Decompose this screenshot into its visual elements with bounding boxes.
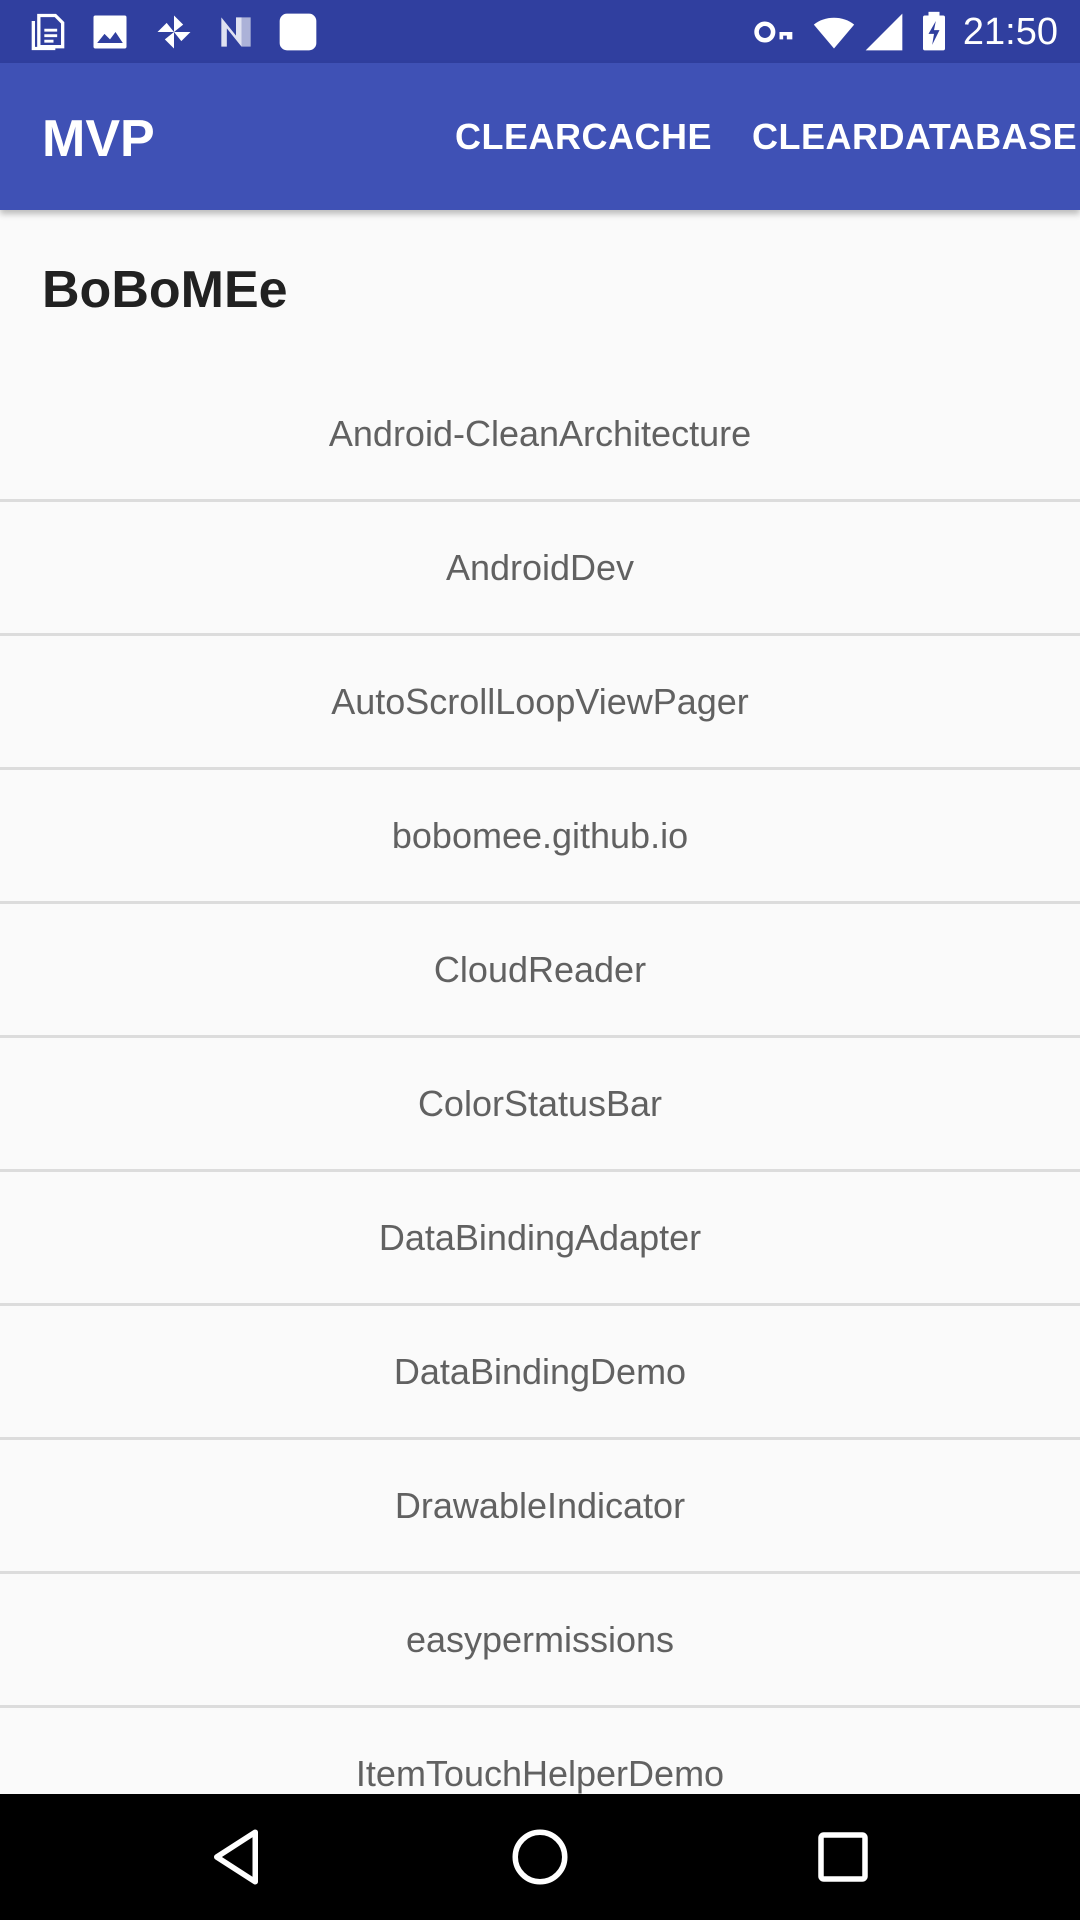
list-item[interactable]: ItemTouchHelperDemo (0, 1708, 1080, 1794)
app-toolbar: MVP CLEARCACHE CLEARDATABASE (0, 63, 1080, 210)
repo-name: DataBindingAdapter (378, 1216, 702, 1258)
recents-icon[interactable] (810, 1824, 876, 1890)
repo-list: Android-CleanArchitecture AndroidDev Aut… (0, 368, 1080, 1794)
repo-name: easypermissions (405, 1618, 675, 1660)
navigation-bar (0, 1794, 1080, 1920)
vpn-key-icon (754, 21, 793, 43)
list-item[interactable]: DrawableIndicator (0, 1440, 1080, 1574)
toolbar-title: MVP (42, 110, 155, 168)
list-item[interactable]: CloudReader (0, 904, 1080, 1038)
list-item[interactable]: bobomee.github.io (0, 770, 1080, 904)
repo-name: DrawableIndicator (394, 1484, 686, 1526)
list-item[interactable]: ColorStatusBar (0, 1038, 1080, 1172)
repo-name: ItemTouchHelperDemo (355, 1752, 725, 1794)
wifi-icon (813, 17, 855, 49)
clear-cache-button[interactable]: CLEARCACHE (455, 115, 712, 159)
clock: 21:50 (962, 11, 1058, 53)
repo-name: Android-CleanArchitecture (328, 412, 752, 454)
n-logo-icon (221, 17, 251, 47)
repo-name: AutoScrollLoopViewPager (331, 680, 749, 722)
repo-name: ColorStatusBar (417, 1082, 663, 1124)
white-square-icon (279, 13, 317, 51)
list-item[interactable]: DataBindingAdapter (0, 1172, 1080, 1306)
clear-database-button[interactable]: CLEARDATABASE (752, 115, 1077, 159)
repo-name: bobomee.github.io (391, 814, 689, 856)
main-content: BoBoMEe Android-CleanArchitecture Androi… (0, 210, 1080, 1794)
list-item[interactable]: DataBindingDemo (0, 1306, 1080, 1440)
notes-icon (31, 13, 65, 51)
battery-charging-icon (923, 11, 945, 51)
repo-name: DataBindingDemo (393, 1350, 687, 1392)
home-icon[interactable] (507, 1824, 573, 1890)
repo-name: CloudReader (433, 948, 647, 990)
image-icon (93, 15, 127, 49)
list-item[interactable]: AndroidDev (0, 502, 1080, 636)
list-item[interactable]: AutoScrollLoopViewPager (0, 636, 1080, 770)
status-bar: 21:50 (0, 0, 1080, 63)
cell-signal-icon (865, 13, 903, 51)
back-icon[interactable] (203, 1824, 269, 1890)
list-item[interactable]: easypermissions (0, 1574, 1080, 1708)
pinwheel-icon (157, 15, 191, 49)
user-name-heading: BoBoMEe (42, 261, 288, 319)
repo-name: AndroidDev (445, 546, 635, 588)
list-item[interactable]: Android-CleanArchitecture (0, 368, 1080, 502)
